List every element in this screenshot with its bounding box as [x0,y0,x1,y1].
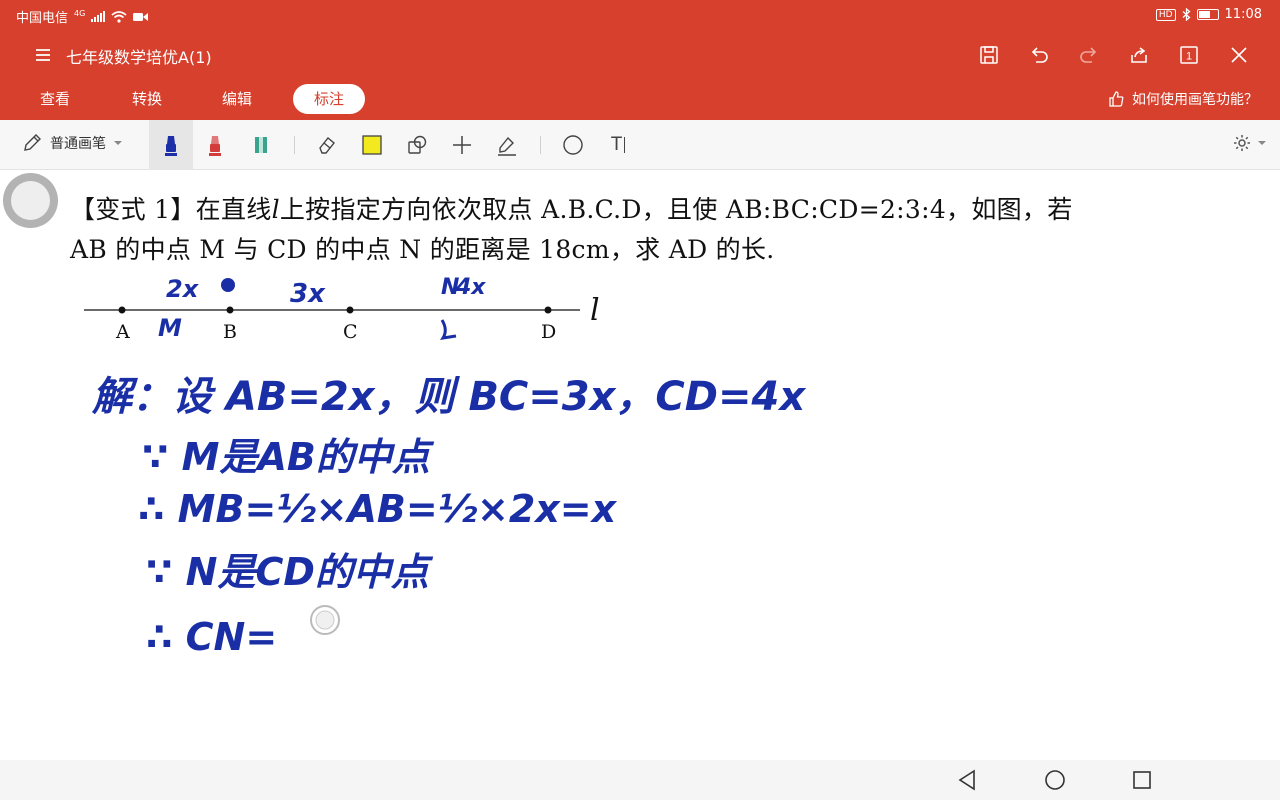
highlight-rect-tool[interactable] [350,120,394,170]
hw-line2: ∵ M是AB的中点 [142,435,435,479]
marker-blue-icon [165,136,177,156]
pen-color-red[interactable] [193,120,237,170]
hw-line3: ∴ MB=½×AB=½×2x=x [138,487,618,531]
thumbs-up-icon [1109,91,1124,107]
pen-help-link[interactable]: 如何使用画笔功能？ [1108,89,1258,109]
share-button[interactable] [1114,40,1164,70]
circle-icon [563,135,583,155]
gear-icon [1234,135,1250,151]
tab-bar: 查看 转换 编辑 标注 如何使用画笔功能？ [0,80,1280,120]
home-icon[interactable] [1043,768,1067,792]
title-bar: 七年级数学培优A(1) 1 [0,30,1280,80]
hw-line1: 解：设 AB=2x，则 BC=3x，CD=4x [91,374,806,420]
shapes-tool[interactable] [395,120,439,170]
eraser-tool[interactable] [305,120,349,170]
point-d [544,306,552,314]
annotation-canvas[interactable]: A B C D l 2x 3x N 4x M 解：设 AB=2x，则 BC=3x… [0,170,1280,760]
wifi-icon [111,10,127,23]
toolbar-divider [294,136,295,154]
pen-cursor [310,605,340,635]
pen-color-green[interactable] [239,120,283,170]
page-count-button[interactable]: 1 [1164,40,1214,70]
marker-red-icon [209,136,221,156]
ann-dot [221,278,235,292]
circle-tool[interactable] [551,120,595,170]
highlight-rect-icon [362,135,382,155]
ann-m-label: M [158,314,182,342]
toolbar-divider [540,136,541,154]
ann-cd-4x: 4x [455,275,486,300]
pencil-icon [24,134,41,151]
page-count-label: 1 [1186,51,1192,63]
hd-badge: HD [1155,8,1176,21]
battery-icon [1196,9,1219,20]
status-right: HD 11:08 [1155,7,1262,22]
highlighter-green-icon [255,137,267,153]
text-cursor-icon [624,137,626,153]
label-a: A [115,321,130,343]
label-c: C [343,321,358,343]
close-button[interactable] [1214,40,1264,70]
save-button[interactable] [964,40,1014,70]
recents-icon[interactable] [1130,768,1154,792]
document-page[interactable]: 【变式 1】在直线l上按指定方向依次取点 A.B.C.D，且使 AB:BC:CD… [0,170,1280,760]
label-line-l: l [590,293,600,328]
redo-button[interactable] [1064,40,1114,70]
point-b [226,306,234,314]
caret-down-icon [1258,141,1266,145]
ann-bc-3x: 3x [290,279,326,309]
title-actions: 1 [964,40,1264,70]
hw-line4: ∵ N是CD的中点 [146,550,434,594]
share-icon [1131,47,1147,63]
text-icon: T [610,134,623,155]
undo-button[interactable] [1014,40,1064,70]
signature-tool[interactable] [485,120,529,170]
bluetooth-icon [1182,8,1191,21]
network-label: 4G [74,9,86,18]
carrier-label: 中国电信 [16,11,69,26]
point-c [346,306,354,314]
close-icon [1231,47,1247,63]
settings-button[interactable] [1232,133,1266,153]
redo-icon [1080,47,1097,63]
label-d: D [541,321,556,343]
clock: 11:08 [1224,7,1262,22]
signature-icon [498,136,516,156]
plus-tool[interactable] [440,120,484,170]
pen-type-label: 普通画笔 [50,136,106,152]
pen-color-blue[interactable] [149,120,193,170]
status-bar: 中国电信 4G HD 11:08 [0,0,1280,30]
save-icon [980,46,998,64]
pen-type-selector[interactable]: 普通画笔 [22,133,122,153]
back-icon[interactable] [955,768,979,792]
menu-icon[interactable] [32,44,54,66]
tab-convert[interactable]: 转换 [132,84,162,114]
plus-icon [453,136,471,154]
point-a [118,306,126,314]
video-record-icon [133,12,149,21]
system-nav-bar [0,760,1280,800]
ann-n-mark [439,319,457,340]
page-count-icon: 1 [1180,46,1198,64]
signal-icon [91,11,106,22]
tab-annotate[interactable]: 标注 [293,84,365,114]
label-b: B [223,321,237,343]
document-title: 七年级数学培优A(1) [66,48,212,67]
eraser-icon [319,137,335,154]
ann-ab-2x: 2x [166,275,200,303]
shapes-icon [408,135,427,154]
handwriting: 2x 3x N 4x M 解：设 AB=2x，则 BC=3x，CD=4x ∵ M… [91,275,806,659]
undo-icon [1031,47,1048,63]
tab-edit[interactable]: 编辑 [222,84,252,114]
hw-line5: ∴ CN= [146,615,277,659]
status-left: 中国电信 4G [16,7,149,26]
caret-down-icon [114,141,122,145]
text-tool[interactable]: T [596,120,640,170]
pen-toolbar: 普通画笔 T [0,120,1280,170]
tab-view[interactable]: 查看 [40,84,70,114]
pen-help-label: 如何使用画笔功能？ [1132,92,1258,108]
